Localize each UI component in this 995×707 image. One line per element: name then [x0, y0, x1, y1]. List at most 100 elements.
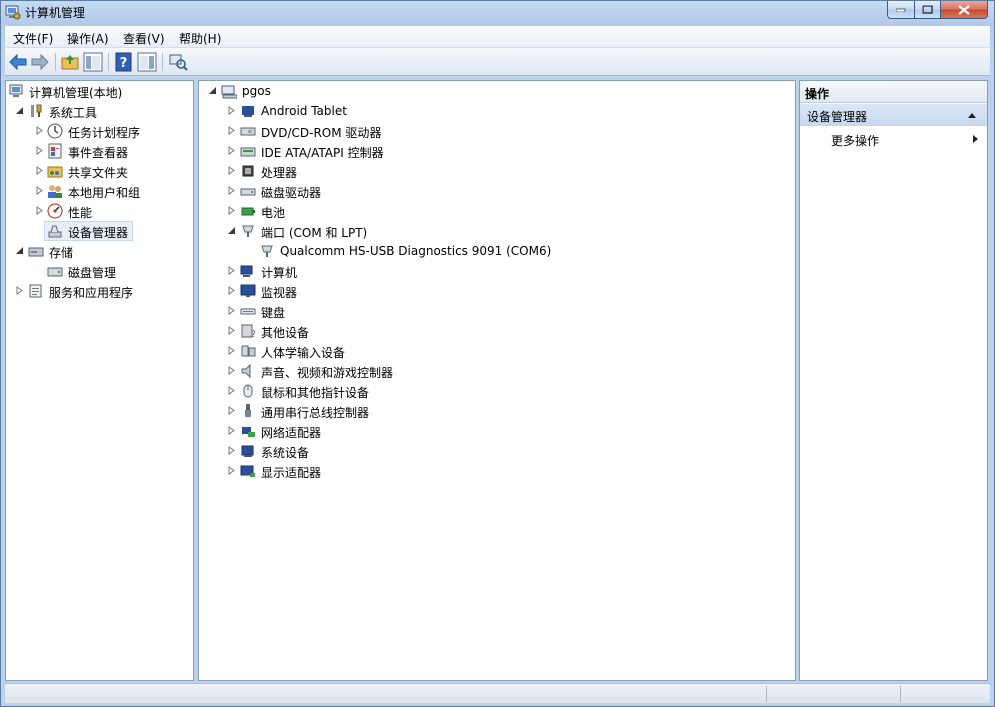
device-root[interactable]: pgos — [199, 81, 795, 101]
expand-triangle-icon[interactable] — [227, 326, 236, 335]
expand-triangle-icon[interactable] — [35, 166, 44, 175]
device-category[interactable]: 通用串行总线控制器 — [199, 401, 795, 421]
expand-triangle-icon[interactable] — [227, 446, 236, 455]
show-hide-action-pane-icon[interactable] — [137, 52, 157, 72]
tree-local-users[interactable]: 本地用户和组 — [6, 181, 193, 201]
device-category[interactable]: 磁盘驱动器 — [199, 181, 795, 201]
expand-triangle-icon[interactable] — [227, 186, 236, 195]
tree-device-manager[interactable]: 设备管理器 — [44, 221, 133, 241]
mouse-icon — [243, 384, 253, 398]
tree-task-scheduler[interactable]: 任务计划程序 — [6, 121, 193, 141]
device-category[interactable]: DVD/CD-ROM 驱动器 — [199, 121, 795, 141]
disk-icon — [47, 267, 63, 277]
expand-triangle-icon[interactable] — [227, 286, 236, 295]
up-folder-icon[interactable] — [60, 52, 80, 72]
device-category[interactable]: 端口 (COM 和 LPT) — [199, 221, 795, 241]
tree-storage[interactable]: 存储 — [6, 241, 193, 261]
expand-triangle-icon[interactable] — [227, 146, 236, 155]
device-item-child[interactable]: Qualcomm HS-USB Diagnostics 9091 (COM6) — [199, 241, 795, 261]
tree-services-apps[interactable]: 服务和应用程序 — [6, 281, 193, 301]
device-category[interactable]: IDE ATA/ATAPI 控制器 — [199, 141, 795, 161]
expand-triangle-icon[interactable] — [227, 206, 236, 215]
usb-icon — [245, 404, 251, 417]
menu-view[interactable]: 查看(V) — [123, 30, 165, 47]
more-actions-item[interactable]: 更多操作 — [831, 132, 879, 149]
help-icon[interactable]: ? — [114, 52, 134, 72]
device-category[interactable]: ? 其他设备 — [199, 321, 795, 341]
expand-triangle-icon[interactable] — [35, 126, 44, 135]
expand-triangle-icon[interactable] — [227, 426, 236, 435]
device-category[interactable]: 系统设备 — [199, 441, 795, 461]
status-bar — [5, 683, 990, 703]
maximize-button[interactable] — [914, 1, 941, 19]
forward-arrow-icon[interactable] — [30, 52, 50, 72]
window-title: 计算机管理 — [25, 6, 86, 20]
computer-management-icon — [5, 5, 21, 20]
close-button[interactable] — [940, 1, 988, 19]
back-arrow-icon[interactable] — [8, 52, 28, 72]
tools-icon — [31, 104, 42, 117]
device-category[interactable]: 电池 — [199, 201, 795, 221]
expand-triangle-icon[interactable] — [227, 386, 236, 395]
console-tree-pane: 计算机管理(本地) 系统工具 任务计划程序 事件查看器 共享文件夹 本地用户和组 — [5, 80, 194, 681]
device-category[interactable]: 网络适配器 — [199, 421, 795, 441]
menu-help[interactable]: 帮助(H) — [179, 30, 221, 47]
expand-triangle-icon[interactable] — [35, 146, 44, 155]
actions-section-device-manager[interactable]: 设备管理器 — [800, 104, 987, 126]
actions-header: 操作 — [800, 81, 987, 103]
collapse-triangle-icon[interactable] — [15, 246, 24, 255]
svg-text:?: ? — [120, 56, 128, 71]
device-category[interactable]: 键盘 — [199, 301, 795, 321]
expand-triangle-icon[interactable] — [227, 466, 236, 475]
menu-action[interactable]: 操作(A) — [67, 30, 109, 47]
expand-triangle-icon[interactable] — [15, 286, 24, 295]
title-bar[interactable]: 计算机管理 — [1, 1, 994, 24]
tree-root[interactable]: 计算机管理(本地) — [6, 81, 193, 101]
svg-text:?: ? — [251, 330, 256, 339]
performance-icon — [47, 203, 63, 219]
expand-triangle-icon[interactable] — [227, 106, 236, 115]
expand-triangle-icon[interactable] — [227, 366, 236, 375]
users-icon — [48, 185, 62, 198]
services-icon — [29, 284, 42, 298]
actions-pane: 操作 设备管理器 更多操作 — [799, 80, 988, 681]
expand-triangle-icon[interactable] — [227, 266, 236, 275]
tree-shared-folders[interactable]: 共享文件夹 — [6, 161, 193, 181]
expand-triangle-icon[interactable] — [227, 406, 236, 415]
tree-event-viewer[interactable]: 事件查看器 — [6, 141, 193, 161]
expand-triangle-icon[interactable] — [35, 206, 44, 215]
other-device-icon: ? — [241, 324, 256, 339]
show-hide-tree-icon[interactable] — [83, 52, 103, 72]
collapse-triangle-icon[interactable] — [15, 106, 24, 115]
device-category[interactable]: 处理器 — [199, 161, 795, 181]
expand-triangle-icon[interactable] — [227, 306, 236, 315]
tree-disk-management[interactable]: 磁盘管理 — [6, 261, 193, 281]
expand-triangle-icon[interactable] — [227, 166, 236, 175]
hid-icon — [241, 345, 256, 357]
device-category[interactable]: 监视器 — [199, 281, 795, 301]
monitor-icon — [240, 284, 256, 297]
device-category[interactable]: 声音、视频和游戏控制器 — [199, 361, 795, 381]
device-category[interactable]: Android Tablet — [199, 101, 795, 121]
menu-file[interactable]: 文件(F) — [13, 30, 53, 47]
storage-icon — [28, 247, 44, 257]
processor-icon — [242, 165, 254, 177]
collapse-up-icon[interactable] — [967, 111, 977, 119]
submenu-arrow-icon[interactable] — [972, 134, 980, 144]
collapse-triangle-icon[interactable] — [208, 86, 217, 95]
toolbar: ? — [5, 48, 990, 76]
device-category[interactable]: 鼠标和其他指针设备 — [199, 381, 795, 401]
expand-triangle-icon[interactable] — [227, 346, 236, 355]
device-manager-icon — [48, 225, 62, 238]
expand-triangle-icon[interactable] — [227, 126, 236, 135]
device-category[interactable]: 计算机 — [199, 261, 795, 281]
scan-hardware-icon[interactable] — [168, 52, 188, 72]
tree-system-tools[interactable]: 系统工具 — [6, 101, 193, 121]
expand-triangle-icon[interactable] — [35, 186, 44, 195]
shared-folder-icon — [47, 166, 63, 178]
collapse-triangle-icon[interactable] — [227, 226, 236, 235]
device-category[interactable]: 显示适配器 — [199, 461, 795, 481]
tree-performance[interactable]: 性能 — [6, 201, 193, 221]
minimize-button[interactable] — [887, 1, 915, 19]
device-category[interactable]: 人体学输入设备 — [199, 341, 795, 361]
